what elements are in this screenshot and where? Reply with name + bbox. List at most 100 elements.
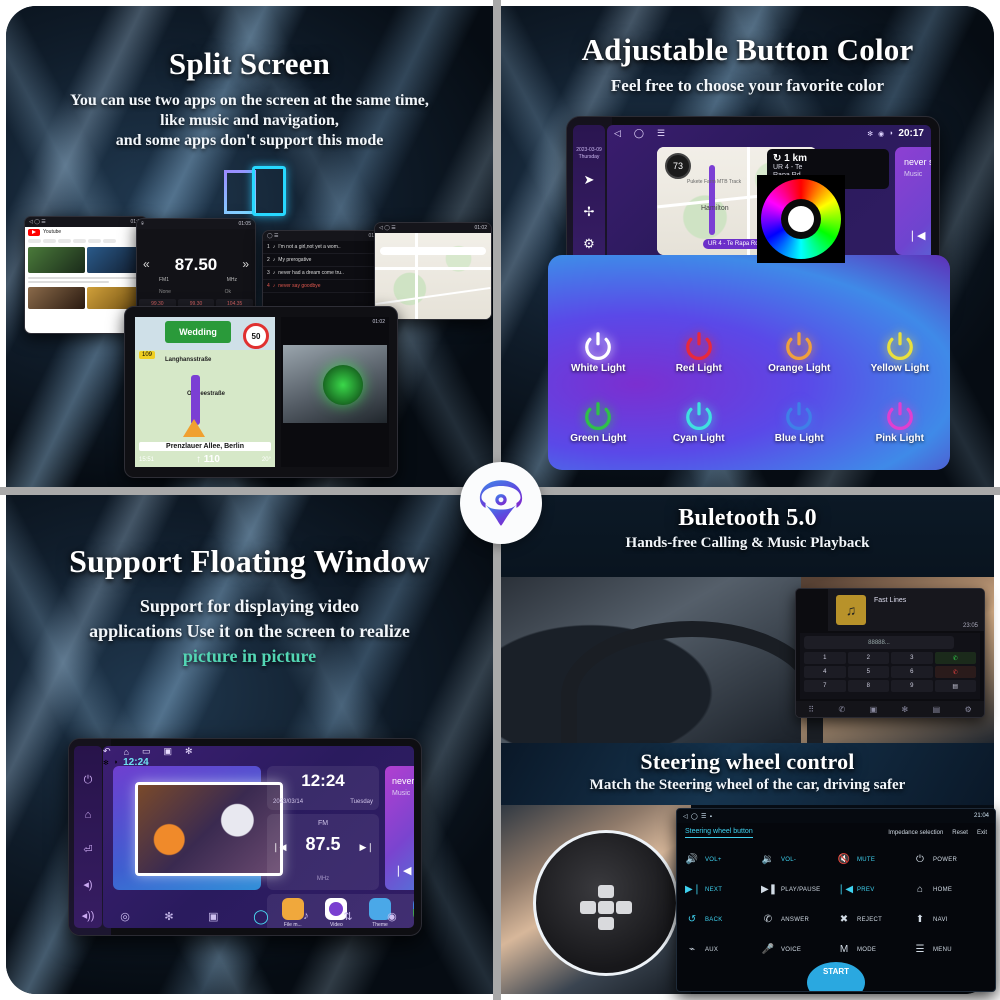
settings-dock-icon[interactable]: ⚙ [965, 705, 972, 714]
hue-ring[interactable] [761, 179, 841, 259]
dial-pad-panel[interactable]: 88888... 1 2 3 ✆ 4 5 6 ✆ 7 8 9 ▤ [800, 633, 980, 699]
light-option[interactable]: Red Light [649, 330, 750, 374]
equalizer-dock-icon[interactable]: ⇅ [343, 910, 352, 923]
map-search-field[interactable] [380, 247, 486, 255]
steering-button-aux[interactable]: ⌁ AUX [685, 935, 759, 964]
radio-previous-button[interactable]: ❘◀ [272, 842, 286, 853]
track-row[interactable]: 1 ♪ I'm not a girl,not yet a wom.. [263, 241, 385, 254]
navigation-pane[interactable]: Wedding 50 109 Langhansstraße Ostseestra… [135, 317, 275, 467]
steering-button-play-pause[interactable]: ▶❚ PLAY/PAUSE [761, 875, 835, 904]
bluetooth-dock-icon[interactable]: ✻ [164, 910, 173, 923]
radio-next-button[interactable]: ▶❘ [360, 842, 374, 853]
steering-button-prev[interactable]: ❘◀ PREV [837, 875, 911, 904]
dial-key[interactable]: 7 [804, 680, 846, 692]
dial-key[interactable]: 8 [847, 680, 889, 692]
volume-up-sidebar-icon[interactable]: ◂)) [74, 909, 102, 922]
light-option[interactable]: Orange Light [749, 330, 850, 374]
map-nav-icons[interactable]: ◁ ◯ ☰ [379, 225, 396, 231]
video-frame[interactable] [283, 345, 387, 423]
steering-button-grid[interactable]: 🔊 VOL+ 🔉 VOL- 🔇 MUTE ⏻ POWER ▶❘ NEXT ▶❚ PLAY/P… [677, 841, 995, 968]
navigation-icon[interactable]: ➤ [573, 172, 605, 188]
radio-dock-icon[interactable]: ▣ [208, 910, 218, 923]
impedance-selection-button[interactable]: Impedance selection [888, 830, 943, 836]
radio-left-option[interactable]: None [159, 289, 171, 295]
reset-button[interactable]: Reset [952, 830, 968, 836]
back-arrow-icon[interactable]: ↶ [103, 746, 111, 757]
clock-tile[interactable]: 12:24 2023/03/14 Tuesday [267, 766, 379, 810]
screenshot-icon[interactable]: ▣ [164, 746, 173, 757]
back-sidebar-icon[interactable]: ⏎ [74, 843, 102, 856]
call-button[interactable]: ✆ [934, 652, 976, 664]
system-nav-buttons[interactable]: ◁ ◯ ☰ [614, 128, 665, 139]
header-actions[interactable]: Impedance selection Reset Exit [888, 830, 987, 836]
music-track-list[interactable]: 1 ♪ I'm not a girl,not yet a wom.. 2 ♪ M… [263, 241, 385, 315]
dial-key[interactable]: 5 [847, 666, 889, 678]
light-option[interactable]: Green Light [548, 400, 649, 444]
youtube-video-grid[interactable] [25, 245, 147, 275]
light-option[interactable]: White Light [548, 330, 649, 374]
power-icon[interactable] [885, 330, 915, 360]
steering-button-power[interactable]: ⏻ POWER [913, 845, 987, 874]
music-dock-icon[interactable]: ♪ [303, 910, 309, 922]
head-unit-screen[interactable]: ↶ ⌂ ▭ ▣ ✻ ✻ ◗ 12:24 12:24 2023/03/14 Tue… [103, 746, 414, 928]
power-sidebar-icon[interactable]: ⏻ [74, 774, 102, 787]
contacts-dock-icon[interactable]: ▣ [870, 705, 878, 714]
dial-key[interactable]: 6 [891, 666, 933, 678]
music-dock-icon[interactable]: ▤ [933, 705, 941, 714]
color-picker-wheel[interactable] [757, 175, 845, 263]
power-icon[interactable] [784, 400, 814, 430]
system-nav-buttons[interactable]: ◁ ◯ ☰ ▪ [683, 813, 712, 820]
recents-icon[interactable]: ▭ [142, 746, 151, 757]
phone-number-input[interactable]: 88888... [804, 636, 954, 649]
bluetooth-icon[interactable]: ✢ [573, 204, 605, 220]
dial-key[interactable]: 9 [891, 680, 933, 692]
call-log-dock-icon[interactable]: ✆ [838, 705, 845, 714]
recents-menu-icon[interactable]: ☰ [657, 128, 665, 139]
screen-sidebar[interactable]: ⏻ ⌂ ⏎ ◂) ◂)) [74, 746, 102, 928]
bluetooth-dock-icon[interactable]: ✻ [902, 705, 909, 714]
track-row[interactable]: 3 ♪ never had a dream come tru.. [263, 267, 385, 280]
selected-color-swatch[interactable] [788, 206, 814, 232]
light-option[interactable]: Cyan Light [649, 400, 750, 444]
nav-back-icon[interactable]: ◁ ◯ ☰ [29, 219, 46, 225]
track-row[interactable]: 2 ♪ My prerogative [263, 254, 385, 267]
steering-button-back[interactable]: ↺ BACK [685, 905, 759, 934]
settings-gear-icon[interactable]: ⚙ [573, 236, 605, 252]
previous-track-button[interactable]: ❘◀ [394, 864, 412, 877]
steering-button-answer[interactable]: ✆ ANSWER [761, 905, 835, 934]
power-icon[interactable] [784, 330, 814, 360]
power-icon[interactable] [583, 400, 613, 430]
settings-dock-icon[interactable]: ◉ [387, 910, 397, 923]
steering-button-voice[interactable]: 🎤 VOICE [761, 935, 835, 964]
power-icon[interactable] [885, 400, 915, 430]
exit-button[interactable]: Exit [977, 830, 987, 836]
volume-down-sidebar-icon[interactable]: ◂) [74, 878, 102, 891]
home-circle-icon[interactable]: ◯ [634, 128, 644, 139]
dialpad-dock-icon[interactable]: ⠿ [808, 705, 814, 714]
video-thumbnail[interactable] [28, 247, 85, 273]
dial-key[interactable]: 3 [891, 652, 933, 664]
steering-button-next[interactable]: ▶❘ NEXT [685, 875, 759, 904]
home-icon[interactable]: ⌂ [124, 747, 129, 757]
power-icon[interactable] [684, 400, 714, 430]
navigation-dock-icon[interactable]: ◎ [120, 910, 130, 923]
power-icon[interactable] [684, 330, 714, 360]
track-row-active[interactable]: 4 ♪ never say goodbye [263, 280, 385, 293]
radio-right-option[interactable]: Ok [225, 289, 231, 295]
steering-button-menu[interactable]: ☰ MENU [913, 935, 987, 964]
dial-key[interactable]: 4 [804, 666, 846, 678]
video-pane[interactable]: 01:02 [281, 317, 389, 467]
tab-steering-wheel-button[interactable]: Steering wheel button [685, 828, 753, 838]
youtube-filter-chips[interactable] [25, 237, 147, 245]
bottom-dock[interactable]: ◎ ✻ ▣ ◯ ♪ ⇅ ◉ [103, 904, 414, 928]
music-tile[interactable]: never say goodb Music ❘◀ ❚❚ ▶❘ [385, 766, 414, 890]
power-icon[interactable] [583, 330, 613, 360]
steering-button-mute[interactable]: 🔇 MUTE [837, 845, 911, 874]
steering-button-navi[interactable]: ⬆ NAVI [913, 905, 987, 934]
music-tile[interactable]: never say goodbay Music ❘◀ ❚❚ ▶❘ [895, 147, 931, 255]
music-nav-icons[interactable]: ◯ ☰ [267, 233, 278, 239]
previous-track-button[interactable]: ❘◀ [908, 229, 926, 242]
bluetooth-icon[interactable]: ✻ [185, 746, 193, 757]
radio-tile[interactable]: FM 87.5 MHz ❘◀ ▶❘ [267, 814, 379, 890]
light-color-options[interactable]: White Light Red Light Orange Light Yello… [548, 330, 950, 444]
